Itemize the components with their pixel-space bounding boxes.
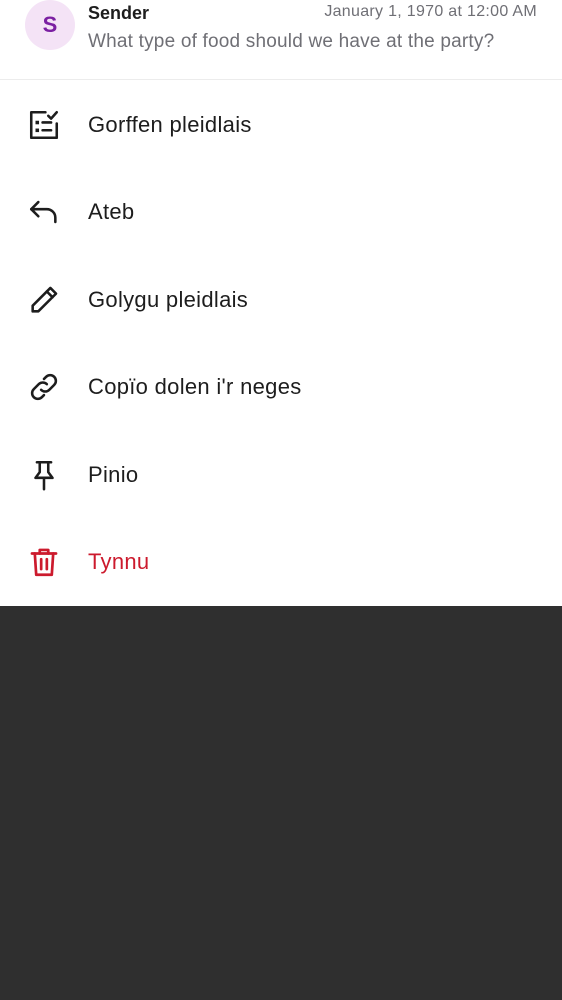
- reply-label: Ateb: [88, 199, 135, 225]
- poll-end-icon: [26, 107, 62, 143]
- end-poll-label: Gorffen pleidlais: [88, 111, 252, 137]
- actions-menu: Gorffen pleidlais Ateb Golygu pleidlais: [0, 81, 562, 606]
- copy-link-label: Copïo dolen i'r neges: [88, 374, 302, 400]
- message-header: S Sender January 1, 1970 at 12:00 AM Wha…: [0, 0, 562, 80]
- pin-label: Pinio: [88, 461, 139, 487]
- avatar: S: [25, 0, 75, 50]
- sender-name: Sender: [88, 3, 150, 23]
- reply-menu-item[interactable]: Ateb: [0, 169, 562, 257]
- dimmed-backdrop[interactable]: [0, 606, 562, 1000]
- message-preview: What type of food should we have at the …: [88, 31, 495, 52]
- edit-poll-label: Golygu pleidlais: [88, 286, 249, 312]
- delete-label: Tynnu: [88, 549, 150, 575]
- trash-icon: [26, 544, 62, 580]
- message-actions-sheet: S Sender January 1, 1970 at 12:00 AM Wha…: [0, 0, 562, 606]
- reply-icon: [26, 194, 62, 230]
- edit-poll-menu-item[interactable]: Golygu pleidlais: [0, 256, 562, 344]
- delete-menu-item[interactable]: Tynnu: [0, 519, 562, 607]
- link-icon: [26, 369, 62, 405]
- end-poll-menu-item[interactable]: Gorffen pleidlais: [0, 81, 562, 169]
- pin-icon: [26, 457, 62, 493]
- copy-link-menu-item[interactable]: Copïo dolen i'r neges: [0, 344, 562, 432]
- pin-menu-item[interactable]: Pinio: [0, 431, 562, 519]
- message-timestamp: January 1, 1970 at 12:00 AM: [324, 3, 537, 20]
- edit-pencil-icon: [26, 282, 62, 318]
